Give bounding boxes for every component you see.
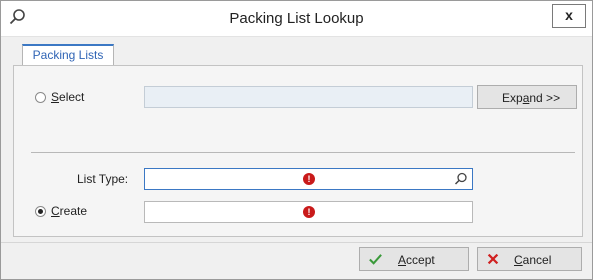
dialog-title: Packing List Lookup — [229, 10, 364, 27]
accept-button[interactable]: Accept — [359, 247, 469, 271]
select-radio-label[interactable]: Select — [51, 90, 84, 104]
select-label-text: elect — [59, 90, 85, 104]
create-label-mnemonic: C — [51, 204, 60, 218]
footer-divider — [1, 242, 592, 243]
cancel-button[interactable]: Cancel — [477, 247, 582, 271]
cancel-button-label: Cancel — [514, 253, 552, 267]
lookup-search-icon[interactable] — [454, 172, 468, 186]
create-radio-label[interactable]: Create — [51, 204, 87, 218]
required-error-icon: ! — [303, 206, 315, 218]
select-field — [144, 86, 473, 108]
create-radio[interactable] — [35, 206, 46, 217]
tab-packing-lists[interactable]: Packing Lists — [22, 44, 114, 66]
expand-button-label: Expand >> — [502, 91, 561, 105]
required-error-icon: ! — [303, 173, 315, 185]
list-type-field[interactable]: ! — [144, 168, 473, 190]
create-label-text: reate — [59, 204, 88, 218]
select-radio[interactable] — [35, 92, 46, 103]
x-mark-icon — [487, 253, 499, 265]
select-label-mnemonic: S — [51, 90, 60, 104]
checkmark-icon — [369, 254, 382, 265]
section-divider — [31, 152, 575, 153]
accept-button-label: Accept — [398, 253, 435, 267]
expand-button[interactable]: Expand >> — [477, 85, 577, 109]
close-button[interactable]: x — [552, 4, 586, 28]
create-field[interactable]: ! — [144, 201, 473, 223]
packing-list-lookup-dialog: Packing List Lookup x Packing Lists Sele… — [0, 0, 593, 280]
list-type-label: List Type: — [77, 172, 129, 186]
title-bar: Packing List Lookup x — [1, 1, 592, 37]
